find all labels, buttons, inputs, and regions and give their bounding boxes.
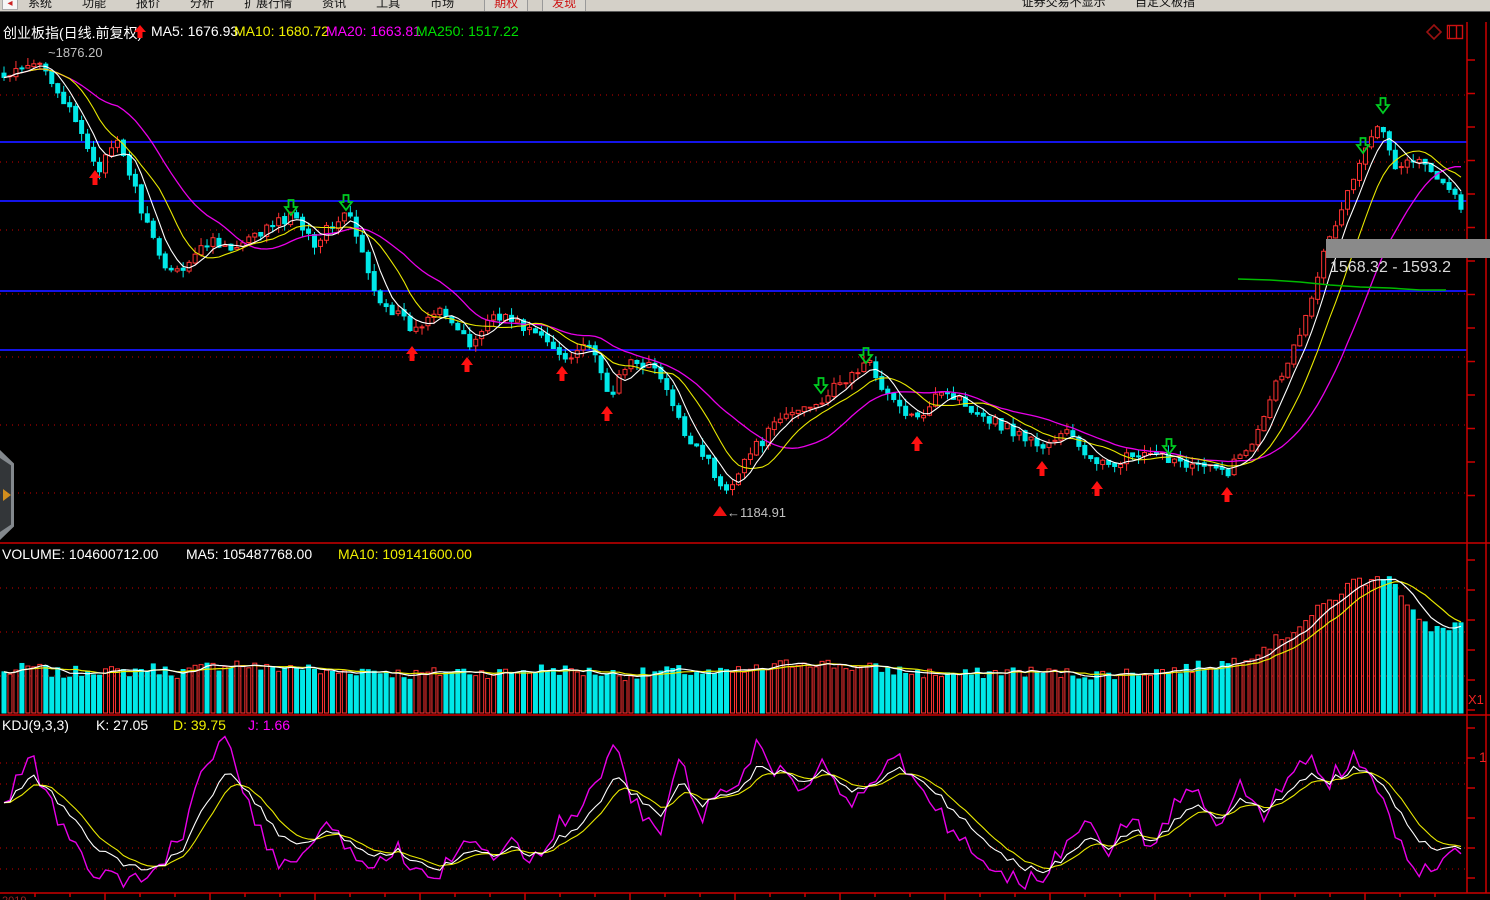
menu-item-function[interactable]: 功能 (82, 0, 106, 11)
peak-price-label: ~1876.20 (48, 45, 103, 60)
volume-x1-label[interactable]: X1 (1468, 692, 1484, 707)
kdj-d-value: D: 39.75 (173, 717, 226, 733)
ma5-value: MA5: 1676.93 (151, 23, 238, 39)
ma250-value: MA250: 1517.22 (416, 23, 519, 39)
flyout-arrow-icon (3, 489, 11, 501)
main-chart-panel[interactable] (0, 13, 1467, 543)
volume-ma5-value: MA5: 105487768.00 (186, 546, 312, 562)
low-price-label: ←1184.91 (727, 505, 786, 520)
trading-app-window: { "menu": { "logo_glyph": "◂", "items": … (0, 0, 1490, 900)
app-logo-icon[interactable]: ◂ (2, 0, 18, 10)
kdj-panel[interactable] (0, 716, 1467, 892)
menu-item-discover[interactable]: 发现 (542, 0, 586, 12)
menu-trade-display-label[interactable]: 证券交易不显示 (1022, 0, 1106, 9)
date-axis-partial-label: 2019 (2, 895, 26, 900)
menu-item-extended-quotes[interactable]: 扩展行情 (244, 0, 292, 11)
volume-ma10-value: MA10: 109141600.00 (338, 546, 472, 562)
ma10-value: MA10: 1680.72 (234, 23, 329, 39)
sidebar-flyout-handle[interactable] (0, 450, 14, 540)
menu-item-analysis[interactable]: 分析 (190, 0, 214, 11)
volume-value: VOLUME: 104600712.00 (2, 546, 158, 562)
chart-title: 创业板指(日线.前复权) (3, 23, 142, 43)
up-arrow-icon (133, 24, 147, 39)
menu-bar: ◂ 系统 功能 报价 分析 扩展行情 资讯 工具 市场 期权 发现 证券交易不显… (0, 0, 1490, 12)
menu-custom-board-label[interactable]: 自定义板指 (1135, 0, 1195, 9)
layout-split-icon[interactable] (1446, 23, 1464, 41)
diamond-icon[interactable] (1425, 23, 1443, 41)
menu-item-system[interactable]: 系统 (28, 0, 52, 11)
kdj-title: KDJ(9,3,3) (2, 717, 69, 733)
ma20-value: MA20: 1663.81 (326, 23, 421, 39)
menu-item-market[interactable]: 市场 (430, 0, 454, 11)
menu-item-tools[interactable]: 工具 (376, 0, 400, 11)
price-range-band (1326, 239, 1490, 258)
volume-panel[interactable] (0, 544, 1467, 714)
menu-item-news[interactable]: 资讯 (322, 0, 346, 11)
menu-item-quote[interactable]: 报价 (136, 0, 160, 11)
kdj-j-value: J: 1.66 (248, 717, 290, 733)
kdj-axis-label: 1 (1479, 749, 1487, 765)
menu-item-options[interactable]: 期权 (484, 0, 528, 12)
price-range-label: 1568.32 - 1593.2 (1330, 259, 1451, 277)
kdj-k-value: K: 27.05 (96, 717, 148, 733)
